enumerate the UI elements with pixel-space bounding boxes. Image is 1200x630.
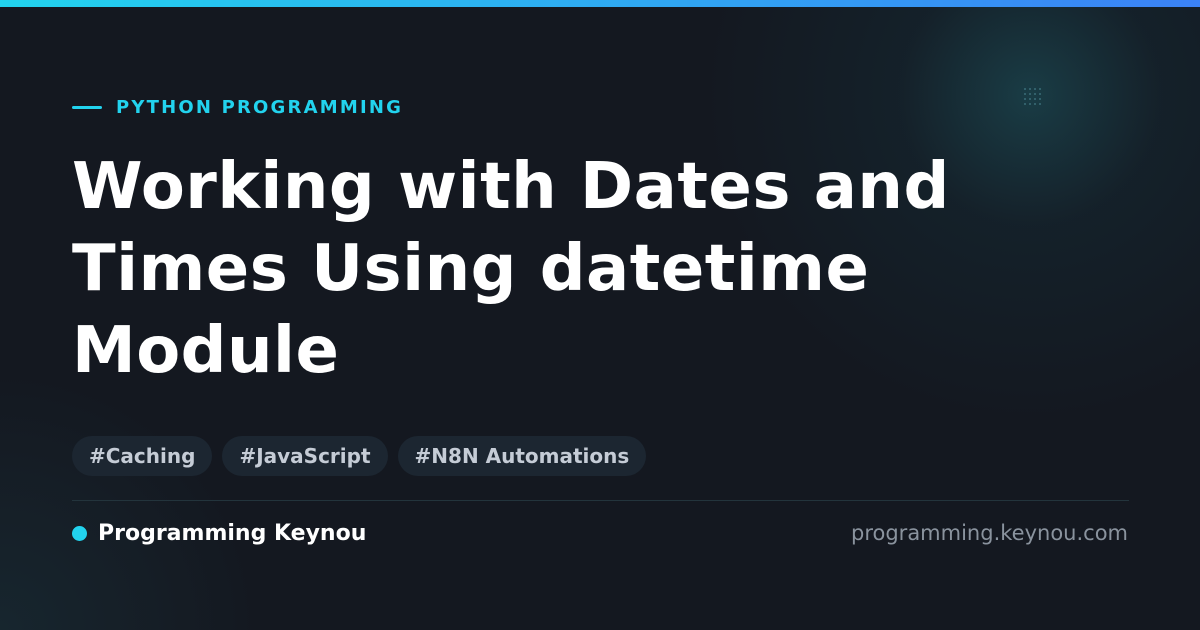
page-title: Working with Dates and Times Using datet… [72, 150, 950, 388]
brand-dot-icon [72, 525, 87, 541]
tag-caching[interactable]: #Caching [72, 436, 213, 476]
brand: Programming Keynou [72, 518, 366, 548]
tag-javascript[interactable]: #JavaScript [222, 436, 388, 476]
divider [72, 500, 1129, 501]
category-text: PYTHON PROGRAMMING [116, 96, 404, 118]
category-label: PYTHON PROGRAMMING [72, 96, 403, 118]
site-url[interactable]: programming.keynou.com [851, 518, 1128, 548]
brand-name: Programming Keynou [98, 520, 367, 546]
tag-list: #Caching #JavaScript #N8N Automations [72, 436, 647, 476]
tag-n8n-automations[interactable]: #N8N Automations [397, 436, 647, 476]
accent-line-icon [72, 105, 102, 109]
top-accent-bar [0, 0, 1200, 7]
dot-grid-icon [1024, 88, 1041, 105]
